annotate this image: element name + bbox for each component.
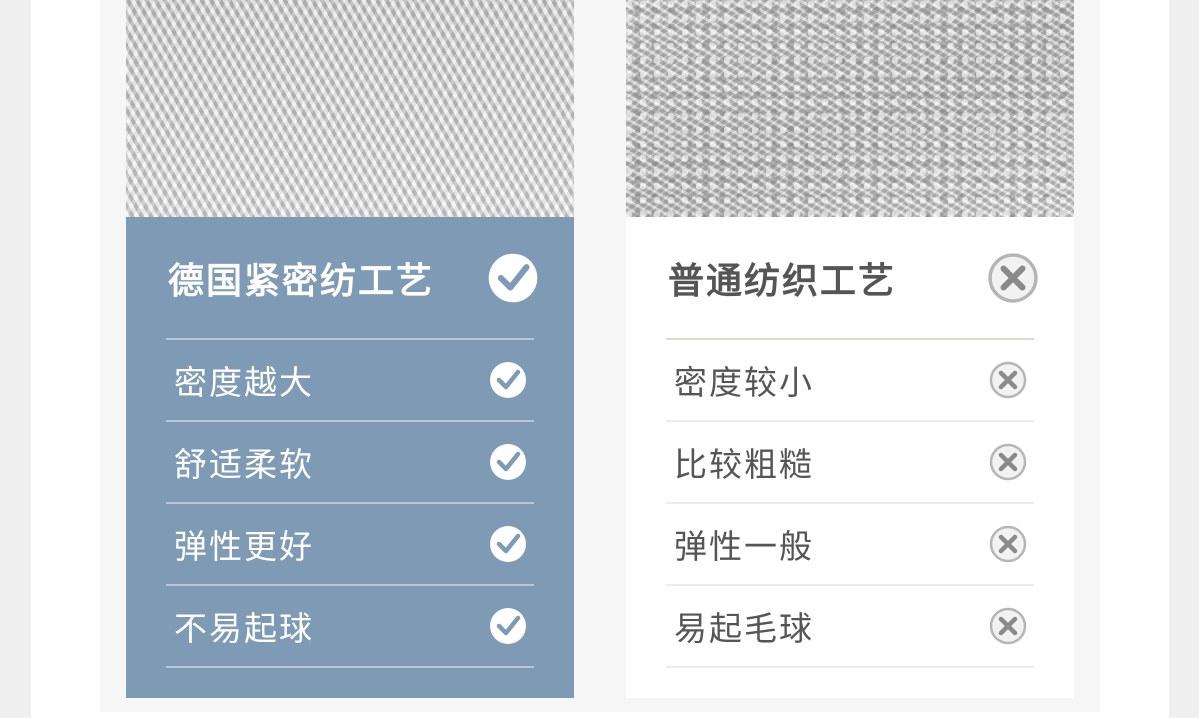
cross-circle-icon	[986, 251, 1040, 305]
ordinary-feature-label: 比较粗糙	[674, 445, 814, 484]
ordinary-title: 普通纺织工艺	[668, 260, 897, 302]
check-circle-icon	[488, 360, 528, 400]
check-circle-icon	[488, 524, 528, 564]
ordinary-feature-label: 弹性一般	[674, 527, 814, 566]
ordinary-process-card: 普通纺织工艺 密度较小 比较粗糙 弹性一般 易起毛球	[626, 0, 1074, 698]
ordinary-title-row: 普通纺织工艺	[666, 217, 1038, 340]
premium-feature-row: 不易起球	[166, 586, 534, 668]
premium-process-card: 德国紧密纺工艺 密度越大 舒适柔软 弹性更好 不易起球	[126, 0, 574, 698]
cross-circle-icon	[988, 442, 1028, 482]
cross-circle-icon	[988, 524, 1028, 564]
premium-feature-label: 密度越大	[174, 363, 314, 402]
check-circle-icon	[488, 606, 528, 646]
premium-feature-label: 不易起球	[174, 609, 314, 648]
ordinary-feature-row: 密度较小	[666, 340, 1034, 422]
premium-feature-row: 弹性更好	[166, 504, 534, 586]
ordinary-feature-row: 易起毛球	[666, 586, 1034, 668]
cross-circle-icon	[988, 606, 1028, 646]
premium-title: 德国紧密纺工艺	[168, 260, 435, 302]
premium-title-row: 德国紧密纺工艺	[166, 217, 538, 340]
premium-feature-list: 德国紧密纺工艺 密度越大 舒适柔软 弹性更好 不易起球	[166, 217, 538, 668]
tight-weave-fabric-photo	[126, 0, 574, 217]
ordinary-feature-list: 普通纺织工艺 密度较小 比较粗糙 弹性一般 易起毛球	[666, 217, 1038, 668]
check-circle-icon	[488, 442, 528, 482]
premium-feature-label: 弹性更好	[174, 527, 314, 566]
premium-feature-row: 舒适柔软	[166, 422, 534, 504]
ordinary-feature-label: 密度较小	[674, 363, 814, 402]
ordinary-feature-row: 比较粗糙	[666, 422, 1034, 504]
premium-feature-label: 舒适柔软	[174, 445, 314, 484]
ordinary-feature-label: 易起毛球	[674, 609, 814, 648]
cross-circle-icon	[988, 360, 1028, 400]
premium-feature-row: 密度越大	[166, 340, 534, 422]
ordinary-feature-row: 弹性一般	[666, 504, 1034, 586]
rough-weave-fabric-photo	[626, 0, 1074, 217]
check-circle-icon	[486, 251, 540, 305]
